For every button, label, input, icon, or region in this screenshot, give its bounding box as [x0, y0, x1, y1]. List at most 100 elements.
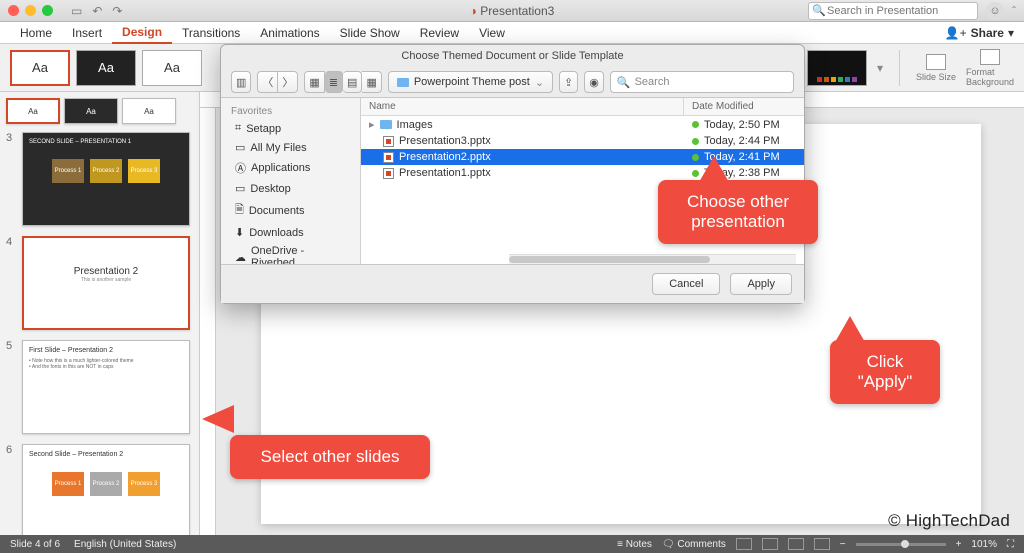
tab-slide-show[interactable]: Slide Show	[330, 22, 410, 44]
user-avatar[interactable]: ☺	[986, 2, 1004, 20]
sidebar-item-applications[interactable]: ⒶApplications	[221, 157, 360, 179]
search-icon: 🔍	[812, 4, 826, 17]
sidebar-item-setapp[interactable]: ⌗Setapp	[221, 119, 360, 138]
callout-apply: Click "Apply"	[830, 340, 940, 404]
slide-thumb-3[interactable]: SECOND SLIDE – PRESENTATION 1 Process 1P…	[22, 132, 190, 226]
tab-animations[interactable]: Animations	[250, 22, 329, 44]
undo-icon[interactable]: ↶	[92, 4, 102, 18]
variant-option-2[interactable]	[807, 50, 867, 86]
slide-thumb-small[interactable]: Aa	[64, 98, 118, 124]
sidebar-item-downloads[interactable]: ⬇Downloads	[221, 223, 360, 242]
zoom-out-button[interactable]: −	[840, 539, 846, 550]
view-gallery-button[interactable]: ▦	[362, 71, 381, 93]
sidebar-header: Favorites	[221, 104, 360, 119]
file-row-images[interactable]: ▸Images Today, 2:50 PM	[361, 116, 804, 133]
fit-to-window-button[interactable]: ⛶	[1007, 539, 1014, 550]
slide-thumb-5[interactable]: First Slide – Presentation 2 • Note how …	[22, 340, 190, 434]
theme-option-3[interactable]: Aa	[142, 50, 202, 86]
column-header-date[interactable]: Date Modified	[684, 98, 804, 115]
callout-arrow-icon	[698, 156, 730, 184]
theme-option-1[interactable]: Aa	[10, 50, 70, 86]
sorter-view-button[interactable]	[762, 538, 778, 550]
close-window-button[interactable]	[8, 5, 19, 16]
status-language[interactable]: English (United States)	[74, 539, 176, 550]
zoom-level[interactable]: 101%	[971, 539, 997, 550]
desktop-icon: ▭	[235, 182, 245, 195]
share-dialog-button[interactable]: ⇪	[559, 71, 578, 93]
slideshow-view-button[interactable]	[814, 538, 830, 550]
documents-icon: 🗎	[235, 201, 244, 220]
window-controls	[8, 5, 53, 16]
zoom-in-button[interactable]: +	[956, 539, 962, 550]
tab-review[interactable]: Review	[410, 22, 469, 44]
cloud-icon: ☁	[235, 251, 246, 264]
theme-option-2[interactable]: Aa	[76, 50, 136, 86]
column-header-name[interactable]: Name	[361, 98, 684, 115]
comments-button[interactable]: 🗨 Comments	[662, 539, 726, 550]
callout-arrow-icon	[834, 316, 866, 344]
horizontal-scrollbar[interactable]	[509, 254, 796, 264]
collapse-ribbon-icon[interactable]: ˆ	[1012, 4, 1016, 18]
back-button[interactable]: 〈	[257, 71, 278, 93]
search-icon: 🔍	[617, 76, 631, 89]
callout-select: Select other slides	[230, 435, 430, 479]
apps-icon: Ⓐ	[235, 160, 246, 176]
tab-view[interactable]: View	[469, 22, 515, 44]
app-icon: ⌗	[235, 122, 241, 135]
view-columns-button[interactable]: ▤	[343, 71, 362, 93]
sidebar-item-desktop[interactable]: ▭Desktop	[221, 179, 360, 198]
slide-number: 6	[6, 444, 16, 456]
slide-thumbnails-panel: Aa Aa Aa 3 SECOND SLIDE – PRESENTATION 1…	[0, 92, 200, 535]
view-icons-button[interactable]: ▦	[304, 71, 324, 93]
slide-number: 5	[6, 340, 16, 352]
tags-button[interactable]: ◉	[584, 71, 604, 93]
ribbon-tabs: Home Insert Design Transitions Animation…	[0, 22, 1024, 44]
dialog-search-input[interactable]: 🔍Search	[610, 71, 794, 93]
file-row-presentation1[interactable]: Presentation1.pptx Today, 2:38 PM	[361, 165, 804, 181]
normal-view-button[interactable]	[736, 538, 752, 550]
slide-thumb-6[interactable]: Second Slide – Presentation 2 Process 1P…	[22, 444, 190, 535]
location-dropdown[interactable]: Powerpoint Theme post⌄	[388, 71, 553, 93]
sidebar-toggle-button[interactable]: ▥	[231, 71, 251, 93]
share-button[interactable]: 👤+ Share ▾	[945, 26, 1014, 40]
apply-button[interactable]: Apply	[730, 273, 792, 295]
reading-view-button[interactable]	[788, 538, 804, 550]
status-bar: Slide 4 of 6 English (United States) ≡ N…	[0, 535, 1024, 553]
save-icon[interactable]: ▭	[71, 4, 82, 18]
slide-size-button[interactable]: Slide Size	[912, 54, 960, 82]
file-row-presentation2[interactable]: Presentation2.pptx Today, 2:41 PM	[361, 149, 804, 165]
pptx-file-icon	[383, 152, 394, 163]
tab-insert[interactable]: Insert	[62, 22, 112, 44]
downloads-icon: ⬇	[235, 226, 244, 239]
slide-thumb-4[interactable]: Presentation 2This is another sample	[22, 236, 190, 330]
minimize-window-button[interactable]	[25, 5, 36, 16]
folder-icon	[397, 78, 409, 87]
dialog-sidebar: Favorites ⌗Setapp ▭All My Files ⒶApplica…	[221, 98, 361, 264]
callout-arrow-icon	[202, 405, 234, 433]
slide-thumb-small[interactable]: Aa	[6, 98, 60, 124]
sync-status-icon	[692, 138, 699, 145]
callout-choose: Choose other presentation	[658, 180, 818, 244]
folder-icon	[380, 120, 392, 129]
sidebar-item-onedrive-riverbed[interactable]: ☁OneDrive - Riverbed	[221, 242, 360, 264]
variants-more-icon[interactable]: ▾	[873, 61, 887, 75]
tab-design[interactable]: Design	[112, 22, 172, 44]
tab-transitions[interactable]: Transitions	[172, 22, 250, 44]
sidebar-item-all-my-files[interactable]: ▭All My Files	[221, 138, 360, 157]
file-row-presentation3[interactable]: Presentation3.pptx Today, 2:44 PM	[361, 133, 804, 149]
pptx-file-icon	[383, 136, 394, 147]
search-presentation-input[interactable]	[808, 2, 978, 20]
slide-number: 4	[6, 236, 16, 248]
tab-home[interactable]: Home	[10, 22, 62, 44]
format-background-button[interactable]: Format Background	[966, 49, 1014, 87]
sidebar-item-documents[interactable]: 🗎Documents	[221, 198, 360, 223]
view-list-button[interactable]: ≣	[325, 71, 343, 93]
zoom-slider[interactable]	[856, 543, 946, 546]
forward-button[interactable]: 〉	[278, 71, 298, 93]
watermark: © HighTechDad	[888, 511, 1010, 531]
redo-icon[interactable]: ↷	[112, 4, 122, 18]
notes-button[interactable]: ≡ Notes	[617, 539, 652, 550]
zoom-window-button[interactable]	[42, 5, 53, 16]
slide-thumb-small[interactable]: Aa	[122, 98, 176, 124]
cancel-button[interactable]: Cancel	[652, 273, 720, 295]
